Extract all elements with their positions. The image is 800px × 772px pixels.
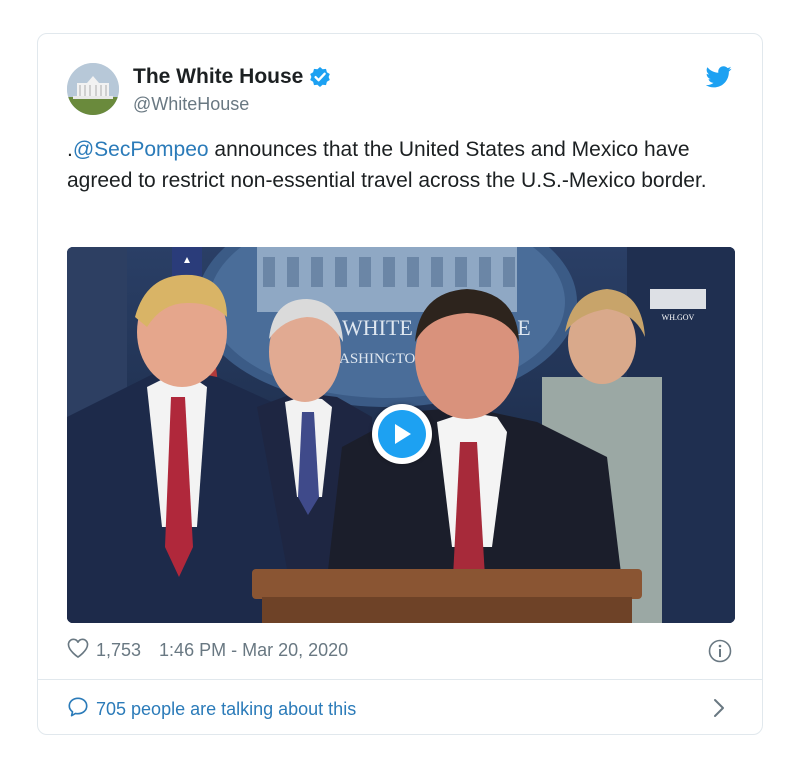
- avatar[interactable]: [67, 63, 119, 115]
- speech-bubble-icon: [67, 696, 89, 723]
- info-icon[interactable]: [708, 639, 732, 668]
- divider: [38, 679, 762, 680]
- play-button[interactable]: [372, 404, 432, 464]
- tweet-timestamp[interactable]: 1:46 PM - Mar 20, 2020: [159, 640, 348, 661]
- author-row[interactable]: The White House: [133, 65, 331, 89]
- tweet-text: .@SecPompeo announces that the United St…: [67, 134, 727, 196]
- chevron-right-icon[interactable]: [712, 698, 726, 723]
- tweet-card: The White House @WhiteHouse .@SecPompeo …: [37, 33, 763, 735]
- svg-text:WHITE: WHITE: [342, 315, 413, 340]
- conversation-label[interactable]: 705 people are talking about this: [96, 699, 356, 720]
- svg-text:ASHINGTON: ASHINGTON: [339, 351, 426, 367]
- author-display-name[interactable]: The White House: [133, 65, 303, 89]
- like-count[interactable]: 1,753: [96, 640, 141, 661]
- play-icon: [378, 410, 426, 458]
- verified-badge-icon: [309, 66, 331, 88]
- author-handle[interactable]: @WhiteHouse: [133, 94, 249, 115]
- wh-gov-watermark: WH.GOV: [662, 313, 695, 322]
- video-thumbnail[interactable]: WHITE SE ASHINGTON WH.GOV: [67, 247, 735, 623]
- tweet-meta: 1,753 1:46 PM - Mar 20, 2020: [67, 638, 348, 663]
- twitter-bird-icon[interactable]: [705, 66, 732, 93]
- heart-icon[interactable]: [67, 638, 89, 663]
- mention-link[interactable]: @SecPompeo: [73, 138, 209, 161]
- conversation-link[interactable]: 705 people are talking about this: [67, 696, 356, 723]
